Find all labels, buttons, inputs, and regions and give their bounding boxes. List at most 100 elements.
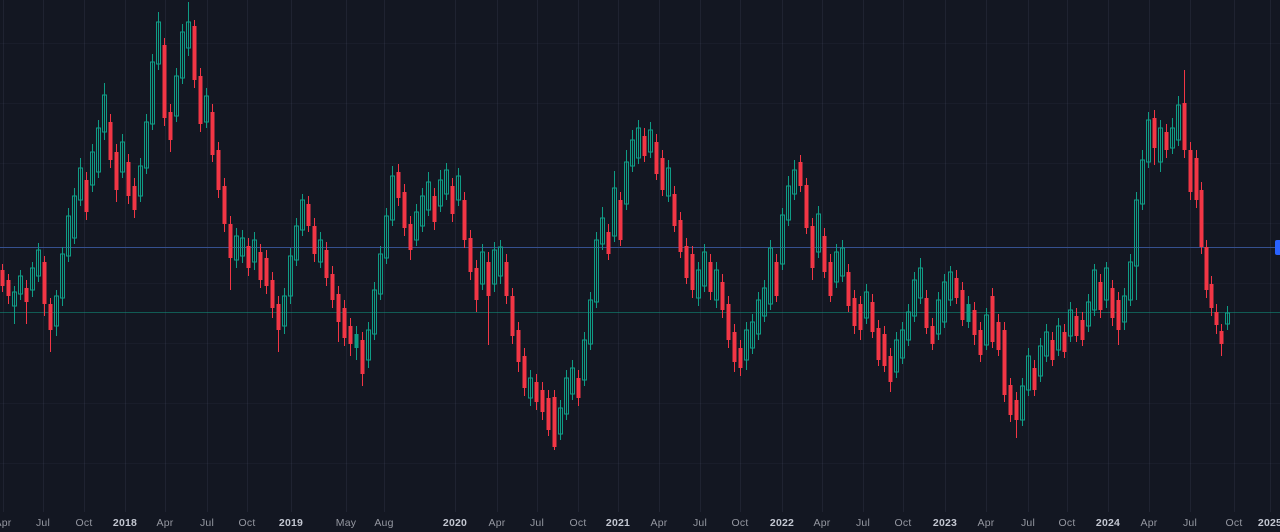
down-candle-body xyxy=(1219,331,1224,344)
down-candle-body xyxy=(870,302,875,332)
down-candle-body xyxy=(6,280,11,296)
down-candle-body xyxy=(1188,150,1193,192)
down-candle-body xyxy=(1199,190,1204,247)
down-candle-body xyxy=(270,280,275,308)
down-candle-body xyxy=(396,172,401,198)
down-candle-body xyxy=(486,262,491,296)
down-candle-body xyxy=(540,390,545,412)
time-axis-month-label: Apr xyxy=(813,517,831,529)
down-candle-body xyxy=(960,290,965,320)
time-axis-month-label: Jul xyxy=(692,517,708,529)
down-candle-body xyxy=(678,220,683,252)
down-candle-body xyxy=(306,204,311,226)
up-candle-body xyxy=(354,334,359,348)
down-candle-body xyxy=(1110,288,1115,318)
chart-canvas[interactable] xyxy=(0,0,1280,532)
time-axis-month-label: May xyxy=(335,517,357,529)
down-candle-body xyxy=(360,340,365,374)
down-candle-body xyxy=(162,45,167,118)
time-axis-month-label: Jul xyxy=(855,517,871,529)
down-candle-body xyxy=(1214,312,1219,325)
down-candle-body xyxy=(408,224,413,250)
down-candle-body xyxy=(450,186,455,214)
down-candle-body xyxy=(1182,103,1187,150)
down-candle-body xyxy=(546,398,551,430)
time-axis-month-label: Jul xyxy=(1182,517,1198,529)
down-candle-body xyxy=(1074,316,1079,336)
time-axis-year-label: 2020 xyxy=(442,517,468,529)
down-candle-body xyxy=(24,288,29,302)
down-candle-body xyxy=(84,180,89,212)
time-axis-year-label: 2019 xyxy=(278,517,304,529)
down-candle-body xyxy=(828,262,833,296)
down-candle-body xyxy=(0,270,5,286)
down-candle-body xyxy=(846,272,851,306)
up-candle-body xyxy=(966,304,971,322)
time-axis-year-label: 2024 xyxy=(1095,517,1121,529)
down-candle-body xyxy=(1062,332,1067,352)
time-axis-month-label: Jul xyxy=(35,517,51,529)
time-axis-month-label: Apr xyxy=(0,517,12,529)
down-candle-body xyxy=(672,194,677,226)
down-candle-body xyxy=(654,142,659,174)
down-candle-body xyxy=(852,298,857,326)
down-candle-body xyxy=(462,200,467,240)
down-candle-body xyxy=(606,232,611,254)
time-axis-month-label: Jul xyxy=(1020,517,1036,529)
down-candle-body xyxy=(810,226,815,268)
down-candle-body xyxy=(210,112,215,155)
time-axis-month-label: Jul xyxy=(199,517,215,529)
time-axis-month-label: Oct xyxy=(569,517,587,529)
down-candle-body xyxy=(504,262,509,296)
down-candle-body xyxy=(108,122,113,160)
down-candle-body xyxy=(882,334,887,366)
down-candle-body xyxy=(990,296,995,342)
down-candle-body xyxy=(534,382,539,402)
down-candle-body xyxy=(690,254,695,290)
down-candle-body xyxy=(324,250,329,278)
down-candle-body xyxy=(978,330,983,355)
down-candle-body xyxy=(1204,247,1209,290)
time-axis-year-label: 2022 xyxy=(769,517,795,529)
down-candle-body xyxy=(1014,400,1019,420)
time-axis[interactable]: Apr Jul Oct 2018 Apr Jul Oct 2019 May Aug 2020 Apr J… xyxy=(0,514,1280,532)
down-candle-body xyxy=(1080,320,1085,340)
down-candle-body xyxy=(1164,132,1169,150)
candlestick-layer xyxy=(0,2,1230,450)
down-candle-body xyxy=(996,322,1001,350)
down-candle-body xyxy=(732,332,737,362)
down-candle-body xyxy=(246,246,251,268)
down-candle-body xyxy=(1032,368,1037,390)
time-axis-year-label: 2023 xyxy=(932,517,958,529)
down-candle-body xyxy=(618,200,623,240)
down-candle-body xyxy=(726,304,731,340)
down-candle-body xyxy=(228,224,233,258)
down-candle-body xyxy=(876,328,881,360)
time-axis-month-label: Oct xyxy=(1058,517,1076,529)
down-candle-body xyxy=(168,112,173,140)
down-candle-body xyxy=(930,326,935,344)
down-candle-body xyxy=(924,298,929,328)
time-axis-month-label: Apr xyxy=(977,517,995,529)
down-candle-body xyxy=(402,192,407,228)
down-candle-body xyxy=(576,378,581,398)
down-candle-body xyxy=(1152,118,1157,148)
down-candle-body xyxy=(42,262,47,304)
time-axis-month-label: Apr xyxy=(156,517,174,529)
time-axis-year-label: 2021 xyxy=(605,517,631,529)
down-candle-body xyxy=(126,162,131,196)
down-candle-body xyxy=(642,136,647,156)
down-candle-body xyxy=(312,226,317,254)
candlestick-chart[interactable]: Apr Jul Oct 2018 Apr Jul Oct 2019 May Aug 2020 Apr J… xyxy=(0,0,1280,532)
down-candle-body xyxy=(48,304,53,330)
down-candle-body xyxy=(684,246,689,278)
down-candle-body xyxy=(822,236,827,272)
down-candle-body xyxy=(192,26,197,80)
down-candle-body xyxy=(1116,300,1121,330)
down-candle-body xyxy=(510,296,515,336)
time-axis-month-label: Oct xyxy=(731,517,749,529)
down-candle-body xyxy=(858,304,863,330)
time-axis-month-label: Aug xyxy=(374,517,394,529)
time-axis-month-label: Apr xyxy=(488,517,506,529)
down-candle-body xyxy=(336,294,341,322)
